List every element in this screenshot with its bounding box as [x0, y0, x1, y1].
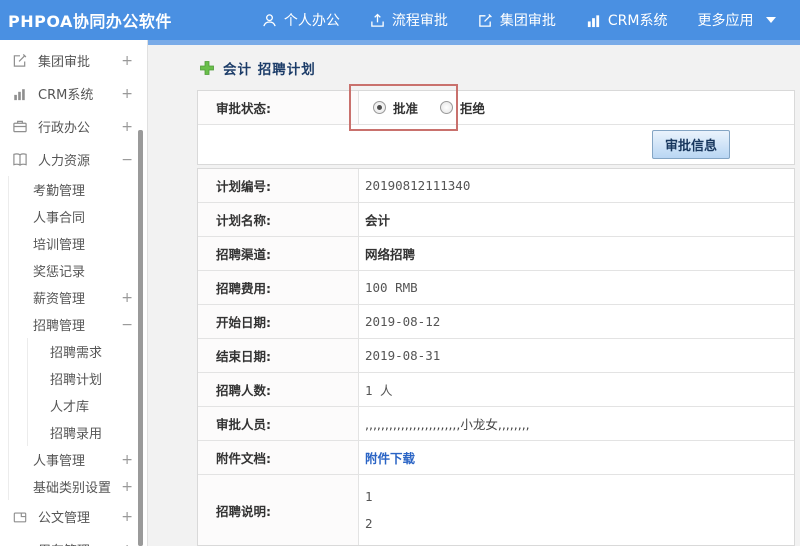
- folder-icon: [12, 509, 29, 525]
- nav-more-apps[interactable]: 更多应用: [698, 10, 776, 30]
- nav-label: 更多应用: [697, 13, 754, 29]
- sidebar-item-rewards[interactable]: 奖惩记录: [9, 257, 147, 284]
- truck-icon: [12, 542, 29, 546]
- approve-radio-label[interactable]: 批准: [393, 98, 418, 117]
- sidebar-item-group-approval[interactable]: 集团审批 +: [0, 44, 147, 77]
- table-row-start-date: 开始日期: 2019-08-12: [198, 305, 794, 339]
- page-title: 会计 招聘计划: [223, 62, 316, 78]
- table-row-plan-name: 计划名称: 会计: [198, 203, 794, 237]
- sidebar-item-crm-system[interactable]: CRM系统 +: [0, 77, 147, 110]
- sidebar-scrollbar-thumb[interactable]: [138, 130, 143, 546]
- book-icon: [12, 152, 29, 168]
- bar-chart-icon: [12, 86, 29, 102]
- sidebar: 集团审批 + CRM系统 + 行政办公 + 人力资源 − 考勤管理 人事合同 培…: [0, 40, 148, 546]
- expand-toggle[interactable]: +: [121, 86, 133, 102]
- edit-square-icon: [12, 53, 29, 69]
- sidebar-item-attendance[interactable]: 考勤管理: [9, 176, 147, 203]
- description-line-1: 1: [365, 489, 373, 504]
- sidebar-item-recruit-plan[interactable]: 招聘计划: [28, 365, 147, 392]
- nav-label: 个人办公: [283, 13, 340, 29]
- approval-status-label: 审批状态:: [198, 91, 359, 124]
- top-header: PHPOA协同办公软件 个人办公 流程审批 集团审批 CRM系统 更多应用: [0, 0, 800, 40]
- upload-icon: [371, 13, 384, 27]
- expand-toggle[interactable]: +: [121, 119, 133, 135]
- app-window: PHPOA协同办公软件 个人办公 流程审批 集团审批 CRM系统 更多应用 集团…: [0, 0, 800, 546]
- table-row-approvers: 审批人员: ,,,,,,,,,,,,,,,,,,,,,,,,小龙女,,,,,,,…: [198, 407, 794, 441]
- table-row-end-date: 结束日期: 2019-08-31: [198, 339, 794, 373]
- top-nav: 个人办公 流程审批 集团审批 CRM系统 更多应用: [262, 10, 800, 30]
- recruit-plan-detail-table: 计划编号: 20190812111340 计划名称: 会计 招聘渠道: 网络招聘…: [197, 168, 795, 546]
- expand-toggle[interactable]: +: [121, 290, 133, 306]
- sidebar-scrollbar[interactable]: [137, 40, 143, 546]
- nav-crm-system[interactable]: CRM系统: [586, 10, 668, 30]
- app-logo: PHPOA协同办公软件: [8, 12, 172, 31]
- nav-process-approval[interactable]: 流程审批: [370, 10, 448, 30]
- nav-label: 流程审批: [391, 13, 448, 29]
- approval-status-row: 审批状态: 批准 拒绝: [198, 91, 794, 125]
- approval-radio-group: 批准 拒绝: [365, 98, 507, 117]
- approval-info-button[interactable]: 审批信息: [651, 130, 730, 159]
- edit-square-icon: [479, 13, 492, 27]
- sidebar-item-training[interactable]: 培训管理: [9, 230, 147, 257]
- sidebar-item-base-category[interactable]: 基础类别设置 +: [9, 473, 147, 500]
- sidebar-item-admin-office[interactable]: 行政办公 +: [0, 110, 147, 143]
- recruit-submenu: 招聘需求 招聘计划 人才库 招聘录用: [27, 338, 147, 446]
- table-row-attachment: 附件文档: 附件下载: [198, 441, 794, 475]
- reject-radio-label[interactable]: 拒绝: [460, 98, 485, 117]
- nav-personal-office[interactable]: 个人办公: [262, 10, 340, 30]
- subheader-strip: [148, 40, 800, 45]
- sidebar-item-recruit-hire[interactable]: 招聘录用: [28, 419, 147, 446]
- table-row-description: 招聘说明: 1 2: [198, 475, 794, 545]
- briefcase-icon: [12, 119, 29, 135]
- approval-button-row: 审批信息: [198, 125, 794, 164]
- attachment-download-link[interactable]: 附件下载: [365, 448, 415, 467]
- table-row-recruit-channel: 招聘渠道: 网络招聘: [198, 237, 794, 271]
- nav-group-approval[interactable]: 集团审批: [478, 10, 556, 30]
- sidebar-item-salary[interactable]: 薪资管理 +: [9, 284, 147, 311]
- expand-toggle[interactable]: +: [121, 479, 133, 495]
- sidebar-item-vehicle-mgmt[interactable]: 用车管理 +: [0, 533, 147, 546]
- expand-toggle[interactable]: +: [121, 509, 133, 525]
- expand-toggle[interactable]: +: [121, 53, 133, 69]
- expand-toggle[interactable]: −: [121, 317, 133, 333]
- reject-radio[interactable]: [440, 101, 454, 114]
- person-icon: [263, 13, 276, 26]
- sidebar-item-human-resources[interactable]: 人力资源 −: [0, 143, 147, 176]
- expand-toggle[interactable]: +: [121, 452, 133, 468]
- expand-toggle[interactable]: +: [121, 542, 133, 546]
- expand-toggle[interactable]: −: [121, 152, 133, 168]
- sidebar-item-document-mgmt[interactable]: 公文管理 +: [0, 500, 147, 533]
- approval-form-table: 审批状态: 批准 拒绝 审批信息: [197, 90, 795, 165]
- main-content: 会计 招聘计划 审批状态: 批准 拒绝 审批信息 计划编号: 201908121…: [148, 40, 800, 546]
- caret-down-icon: [765, 17, 776, 23]
- table-row-plan-number: 计划编号: 20190812111340: [198, 169, 794, 203]
- hr-submenu: 考勤管理 人事合同 培训管理 奖惩记录 薪资管理 + 招聘管理 − 招聘需求 招聘计…: [8, 176, 147, 500]
- approve-radio[interactable]: [373, 101, 386, 114]
- sidebar-item-hr-contract[interactable]: 人事合同: [9, 203, 147, 230]
- sidebar-item-personnel-mgmt[interactable]: 人事管理 +: [9, 446, 147, 473]
- table-row-recruit-cost: 招聘费用: 100 RMB: [198, 271, 794, 305]
- sidebar-item-recruit-mgmt[interactable]: 招聘管理 −: [9, 311, 147, 338]
- description-line-2: 2: [365, 516, 373, 531]
- bar-chart-icon: [587, 14, 600, 27]
- nav-label: CRM系统: [607, 13, 668, 29]
- nav-label: 集团审批: [499, 13, 556, 29]
- sidebar-item-talent-pool[interactable]: 人才库: [28, 392, 147, 419]
- table-row-headcount: 招聘人数: 1 人: [198, 373, 794, 407]
- sidebar-item-recruit-demand[interactable]: 招聘需求: [28, 338, 147, 365]
- add-plus-icon: [200, 61, 214, 75]
- page-title-row: 会计 招聘计划: [199, 58, 800, 78]
